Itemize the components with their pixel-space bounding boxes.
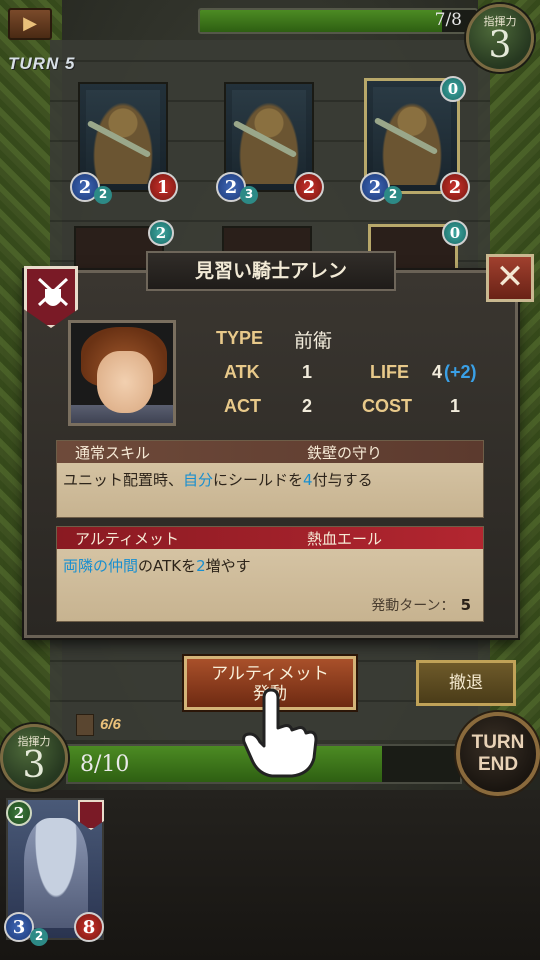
text-part: 両隣の仲間 [63,557,139,575]
text-part: 付与する [312,471,373,489]
hand-card-art [24,818,88,928]
normal-skill-description: ユニット配置時、自分にシールドを4付与する [63,469,373,490]
play-icon: ▶ [23,13,37,34]
ultimate-skill-header: アルティメット 熱血エール [57,527,483,549]
type-label: TYPE [216,328,264,348]
player-command-value: 3 [22,745,46,786]
enemy-1-atk-sub: 2 [94,186,112,204]
play-button[interactable]: ▶ [8,8,52,40]
enemy-2-atk-sub: 3 [240,186,258,204]
enemy-bar-text: 7/8 [434,10,462,30]
dialog-title: 見習い騎士アレン [146,251,396,291]
life-label: LIFE [370,362,409,382]
life-value: 4 [432,362,443,382]
portrait-face [97,351,153,413]
enemy-3-badge: 0 [440,76,466,102]
close-icon: ✕ [495,257,525,297]
act-label: ACT [224,396,261,416]
act-value: 2 [302,396,313,416]
cost-label: COST [362,396,413,416]
tutorial-hand-pointer-icon [242,688,318,778]
retreat-button[interactable]: 撤退 [416,660,516,706]
type-value: 前衛 [294,330,333,352]
normal-skill-header: 通常スキル 鉄壁の守り [57,441,483,463]
hand-card-cost: 2 [6,800,32,826]
row2-badge-1: 2 [148,220,174,246]
ultimate-skill-panel: アルティメット 熱血エール 両隣の仲間のATKを2増やす 発動ターン： 5 [56,526,484,622]
enemy-3-atk-sub: 2 [384,186,402,204]
cost-value: 1 [450,396,461,416]
turn-end-label: TURN END [471,732,525,775]
activation-turn-label: 発動ターン： [371,598,455,614]
text-part: 自分 [183,471,214,489]
atk-label: ATK [224,362,260,382]
text-part: 増やす [205,557,251,575]
crossed-swords-shield-icon [37,277,69,307]
row2-badge-2: 0 [442,220,468,246]
activation-turn-value: 5 [460,596,471,614]
atk-value: 1 [302,362,313,382]
activation-turn: 発動ターン： 5 [371,595,471,615]
enemy-3-life: 2 [440,172,470,202]
enemy-2-life: 2 [294,172,324,202]
life-bonus: (+2) [444,362,477,382]
ultimate-skill-name: 熱血エール [307,530,383,548]
player-bar-text: 8/10 [80,752,130,777]
unit-portrait [68,320,176,426]
close-button[interactable]: ✕ [486,254,534,302]
text-part: のATKを [138,557,197,575]
normal-skill-header-label: 通常スキル [75,444,151,462]
turn-counter: TURN 5 [8,54,76,73]
turn-end-button[interactable]: TURN END [456,712,540,796]
enemy-command-badge: 指揮力 3 [466,4,534,72]
enemy-command-value: 3 [488,25,512,66]
enemy-1-life: 1 [148,172,178,202]
hand-card-atk-sub: 2 [30,928,48,946]
ultimate-skill-header-label: アルティメット [75,530,179,548]
text-part: 4 [303,471,313,489]
deck-icon [76,714,94,736]
normal-skill-panel: 通常スキル 鉄壁の守り ユニット配置時、自分にシールドを4付与する [56,440,484,518]
text-part: 2 [196,557,206,575]
ultimate-skill-description: 両隣の仲間のATKを2増やす [63,555,251,576]
retreat-label: 撤退 [449,673,483,693]
normal-skill-name: 鉄壁の守り [307,444,383,462]
deck-count: 6/6 [100,716,121,733]
text-part: にシールドを [213,471,304,489]
player-command-badge: 指揮力 3 [0,724,68,792]
text-part: ユニット配置時、 [63,471,184,489]
hand-card-life: 8 [74,912,104,942]
